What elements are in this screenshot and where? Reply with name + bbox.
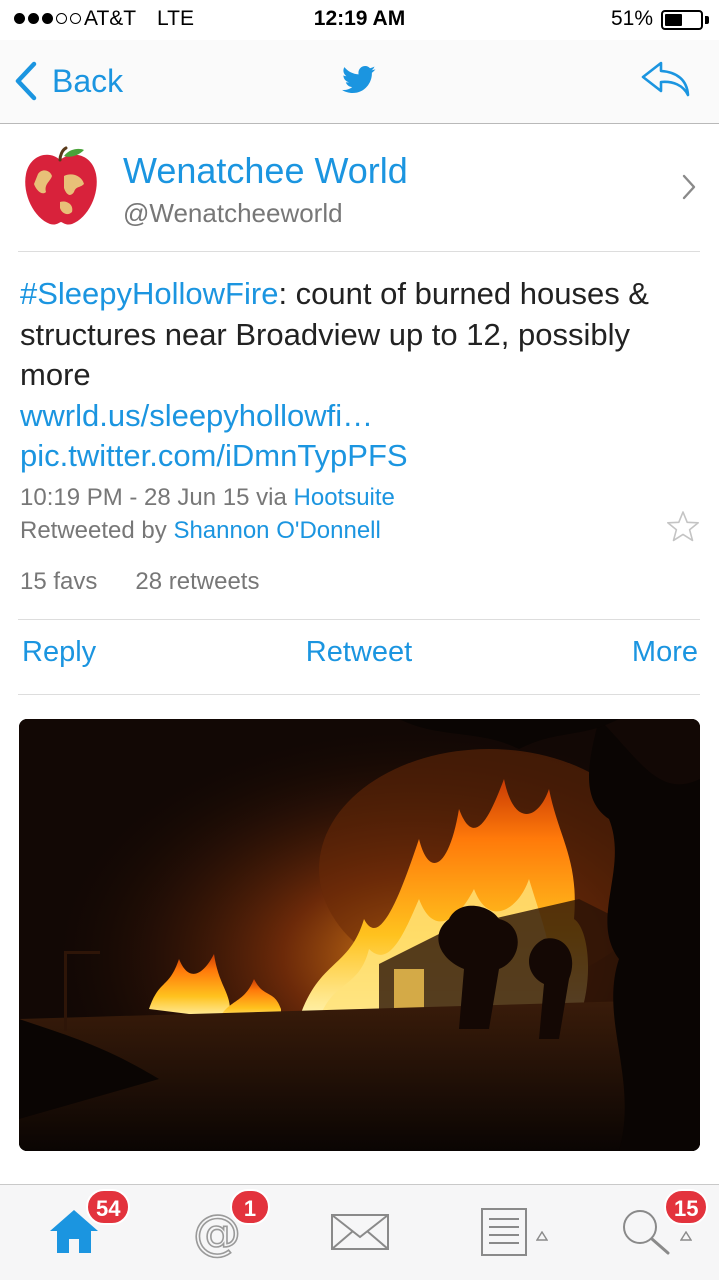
tweet-meta: 10:19 PM - 28 Jun 15 via Hootsuite — [20, 484, 395, 512]
envelope-icon — [331, 1214, 389, 1250]
via-app-link[interactable]: Hootsuite — [294, 484, 395, 511]
tweet-actions: Reply Retweet More — [18, 620, 700, 694]
author-handle: @Wenatcheeworld — [123, 198, 343, 228]
home-badge: 54 — [86, 1189, 131, 1225]
house-fire-photo — [19, 719, 700, 1151]
retweeted-by-line: Retweeted by Shannon O'Donnell — [20, 517, 381, 545]
tweet-author-row[interactable]: Wenatchee World @Wenatcheeworld — [18, 140, 700, 252]
retweeter-link[interactable]: Shannon O'Donnell — [173, 517, 380, 544]
apple-globe-avatar — [25, 146, 97, 225]
favs-count[interactable]: 15 favs — [20, 568, 97, 596]
tab-mentions[interactable]: @ 1 — [180, 1185, 290, 1280]
more-button[interactable]: More — [632, 636, 698, 669]
retweets-count[interactable]: 28 retweets — [135, 568, 259, 596]
tab-lists[interactable] — [470, 1185, 560, 1280]
battery-icon — [661, 10, 703, 30]
navigation-bar: Back — [0, 40, 719, 124]
retweet-button[interactable]: Retweet — [18, 636, 700, 669]
twitter-bird-icon — [342, 65, 376, 94]
tweet-photo[interactable] — [19, 719, 700, 1151]
via-label: via — [256, 484, 287, 511]
back-label: Back — [52, 62, 124, 99]
battery-percent: 51% — [610, 7, 653, 30]
chevron-left-icon — [15, 61, 37, 101]
tweet-url-link[interactable]: wwrld.us/sleepyhollowfi… — [20, 398, 373, 433]
battery-tip — [705, 16, 709, 24]
tweet-text: #SleepyHollowFire: count of burned house… — [20, 274, 690, 477]
mentions-badge: 1 — [230, 1189, 270, 1225]
hashtag-link[interactable]: #SleepyHollowFire — [20, 276, 278, 311]
back-button[interactable]: Back — [14, 58, 123, 104]
triangle-up-icon — [680, 1231, 692, 1241]
retweeted-by-label: Retweeted by — [20, 517, 167, 544]
chevron-right-icon — [682, 174, 696, 200]
favorite-star-icon[interactable] — [666, 510, 700, 544]
divider — [18, 694, 700, 695]
status-bar: AT&T LTE 12:19 AM 51% — [0, 0, 719, 40]
tab-bar: 54 @ 1 15 — [0, 1184, 719, 1280]
triangle-up-icon — [536, 1231, 548, 1241]
tweet-timestamp: 10:19 PM - 28 Jun 15 — [20, 484, 250, 511]
tweet-pic-link[interactable]: pic.twitter.com/iDmnTypPFS — [20, 438, 408, 473]
tab-home[interactable]: 54 — [30, 1185, 140, 1280]
search-badge: 15 — [664, 1189, 709, 1225]
list-icon — [481, 1208, 527, 1256]
tab-search[interactable]: 15 — [610, 1185, 719, 1280]
reply-arrow-icon[interactable] — [639, 60, 691, 98]
tab-messages[interactable] — [320, 1185, 400, 1280]
author-display-name: Wenatchee World — [123, 150, 408, 191]
search-icon — [623, 1210, 670, 1255]
tweet-stats: 15 favs 28 retweets — [20, 568, 259, 596]
